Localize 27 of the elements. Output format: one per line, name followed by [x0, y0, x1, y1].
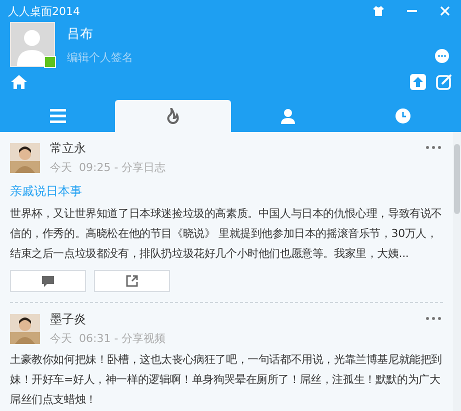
more-icon[interactable] [424, 315, 443, 322]
author-name: 墨子炎 [50, 311, 87, 328]
flame-icon [166, 108, 180, 124]
post-text: 土豪教你如何把妹！卧槽，这也太丧心病狂了吧，一句话都不用说，光靠兰博基尼就能把到妹！开好车=好人，神一样的逻辑啊！单身狗哭晕在厕所了！屌丝，注孤生！默默的为广大屌丝们点支蜡烛！ [10, 352, 443, 408]
post-title-link[interactable]: 亲戚说日本事 [10, 183, 443, 200]
tab[interactable] [115, 100, 230, 132]
minimize-icon [406, 10, 416, 12]
post-text: 世界杯，又让世界知道了日本球迷捡垃圾的高素质。中国人与日本的仇恨心理，导致有说不信的，作秀的。高晓松在他的节目《晓说》 里就提到他参加日本的摇滚音乐节，30万人，结束之后一点垃圾都没有，排队扔垃圾花好几个小时他们也愿意等。我家里，大姨... [10, 206, 443, 262]
upload-icon[interactable] [407, 71, 429, 93]
close-icon [440, 6, 450, 16]
avatar[interactable] [10, 22, 55, 67]
person-icon [280, 108, 296, 124]
menu-icon [50, 109, 66, 123]
comment-button[interactable] [10, 270, 86, 292]
signature-field[interactable]: 编辑个人签名 [67, 52, 187, 64]
author-name: 常立永 [50, 140, 87, 157]
window-title: 人人桌面2014 [8, 4, 81, 18]
more-icon[interactable] [424, 144, 443, 151]
comment-icon [42, 276, 54, 286]
clock-icon [395, 108, 412, 124]
post-time: 今天 06:31 - 分享视频 [50, 331, 166, 346]
post-time: 今天 09:25 - 分享日志 [50, 160, 166, 175]
share-icon [126, 275, 138, 287]
share-button[interactable] [94, 270, 170, 292]
user-name: 吕布 [67, 26, 94, 43]
shirt-icon [373, 6, 384, 16]
scrollbar[interactable] [453, 132, 461, 411]
